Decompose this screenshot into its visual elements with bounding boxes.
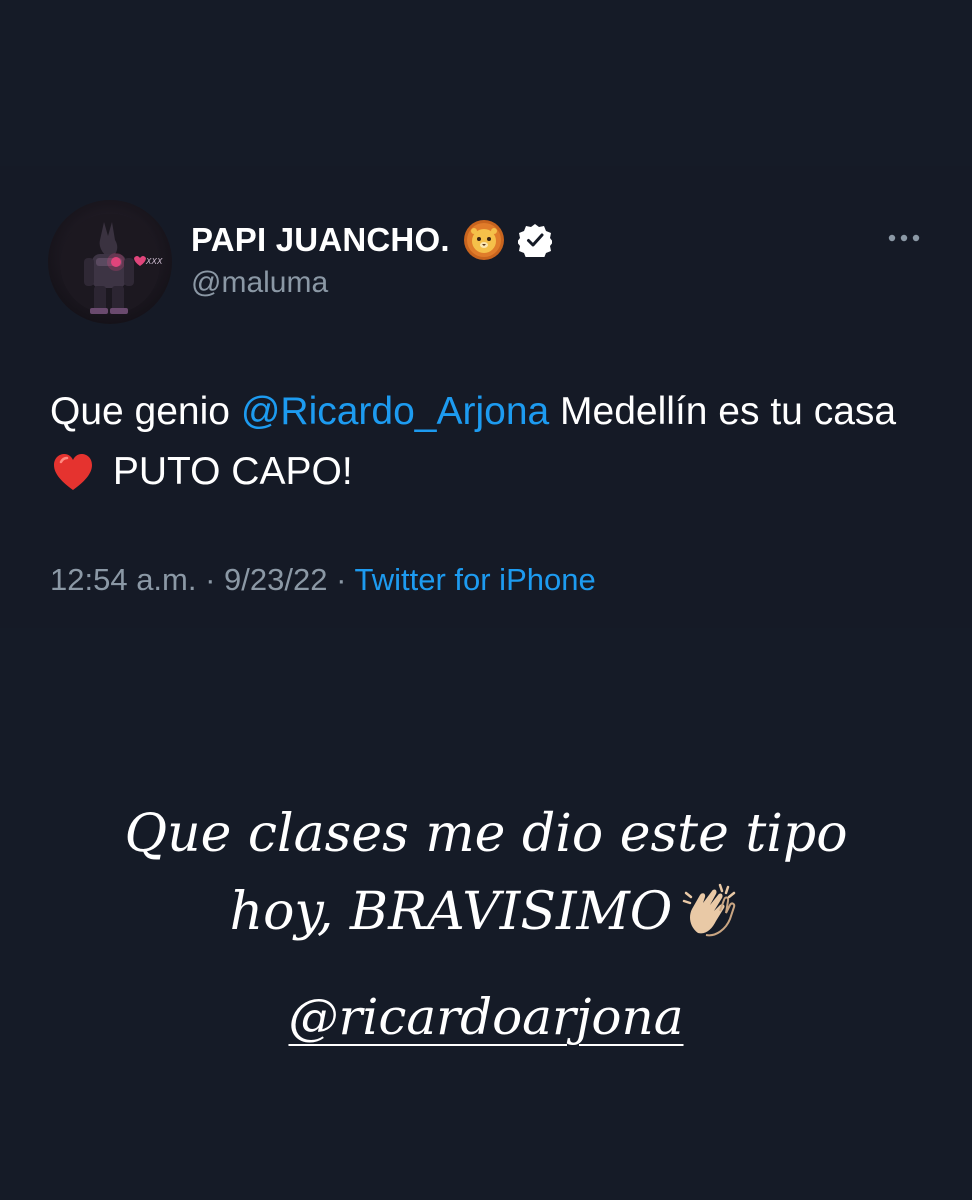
verified-badge-icon <box>516 223 553 260</box>
story-caption: Que clases me dio este tipo hoy, BRAVISI… <box>0 795 972 951</box>
story-mention[interactable]: @ricardoarjona <box>0 988 972 1046</box>
tweet-text-part2: Medellín es tu casa <box>549 390 897 433</box>
svg-text:XXX: XXX <box>145 257 163 266</box>
story-mention-link[interactable]: @ricardoarjona <box>288 988 683 1046</box>
avatar[interactable]: XXX <box>48 200 172 324</box>
red-heart-icon <box>52 450 94 490</box>
tweet-text: Que genio @Ricardo_Arjona Medellín es tu… <box>50 382 930 502</box>
tweet-mention-link[interactable]: @Ricardo_Arjona <box>241 390 549 433</box>
more-options-icon[interactable] <box>886 226 922 250</box>
story-caption-line1: Que clases me dio este tipo <box>124 804 848 864</box>
avatar-image: XXX <box>60 214 163 314</box>
tweet-source-link[interactable]: Twitter for iPhone <box>354 562 595 597</box>
display-name-row[interactable]: PAPI JUANCHO. <box>191 218 553 262</box>
tweet-text-part3: PUTO CAPO! <box>102 450 353 493</box>
tweet-date[interactable]: 9/23/22 <box>224 562 327 597</box>
meta-separator: · <box>196 562 225 597</box>
display-name[interactable]: PAPI JUANCHO. <box>191 221 450 259</box>
tweet-time[interactable]: 12:54 a.m. <box>50 562 196 597</box>
story-caption-line2: hoy, BRAVISIMO <box>229 882 673 942</box>
user-handle[interactable]: @maluma <box>191 266 328 300</box>
story-caption-line2-row: hoy, BRAVISIMO <box>0 873 972 951</box>
tweet-text-part1: Que genio <box>50 390 241 433</box>
lion-face-icon <box>462 218 506 262</box>
meta-separator: · <box>327 562 355 597</box>
clapping-hands-icon <box>680 881 742 941</box>
tweet-meta: 12:54 a.m. · 9/23/22 · Twitter for iPhon… <box>50 562 596 598</box>
